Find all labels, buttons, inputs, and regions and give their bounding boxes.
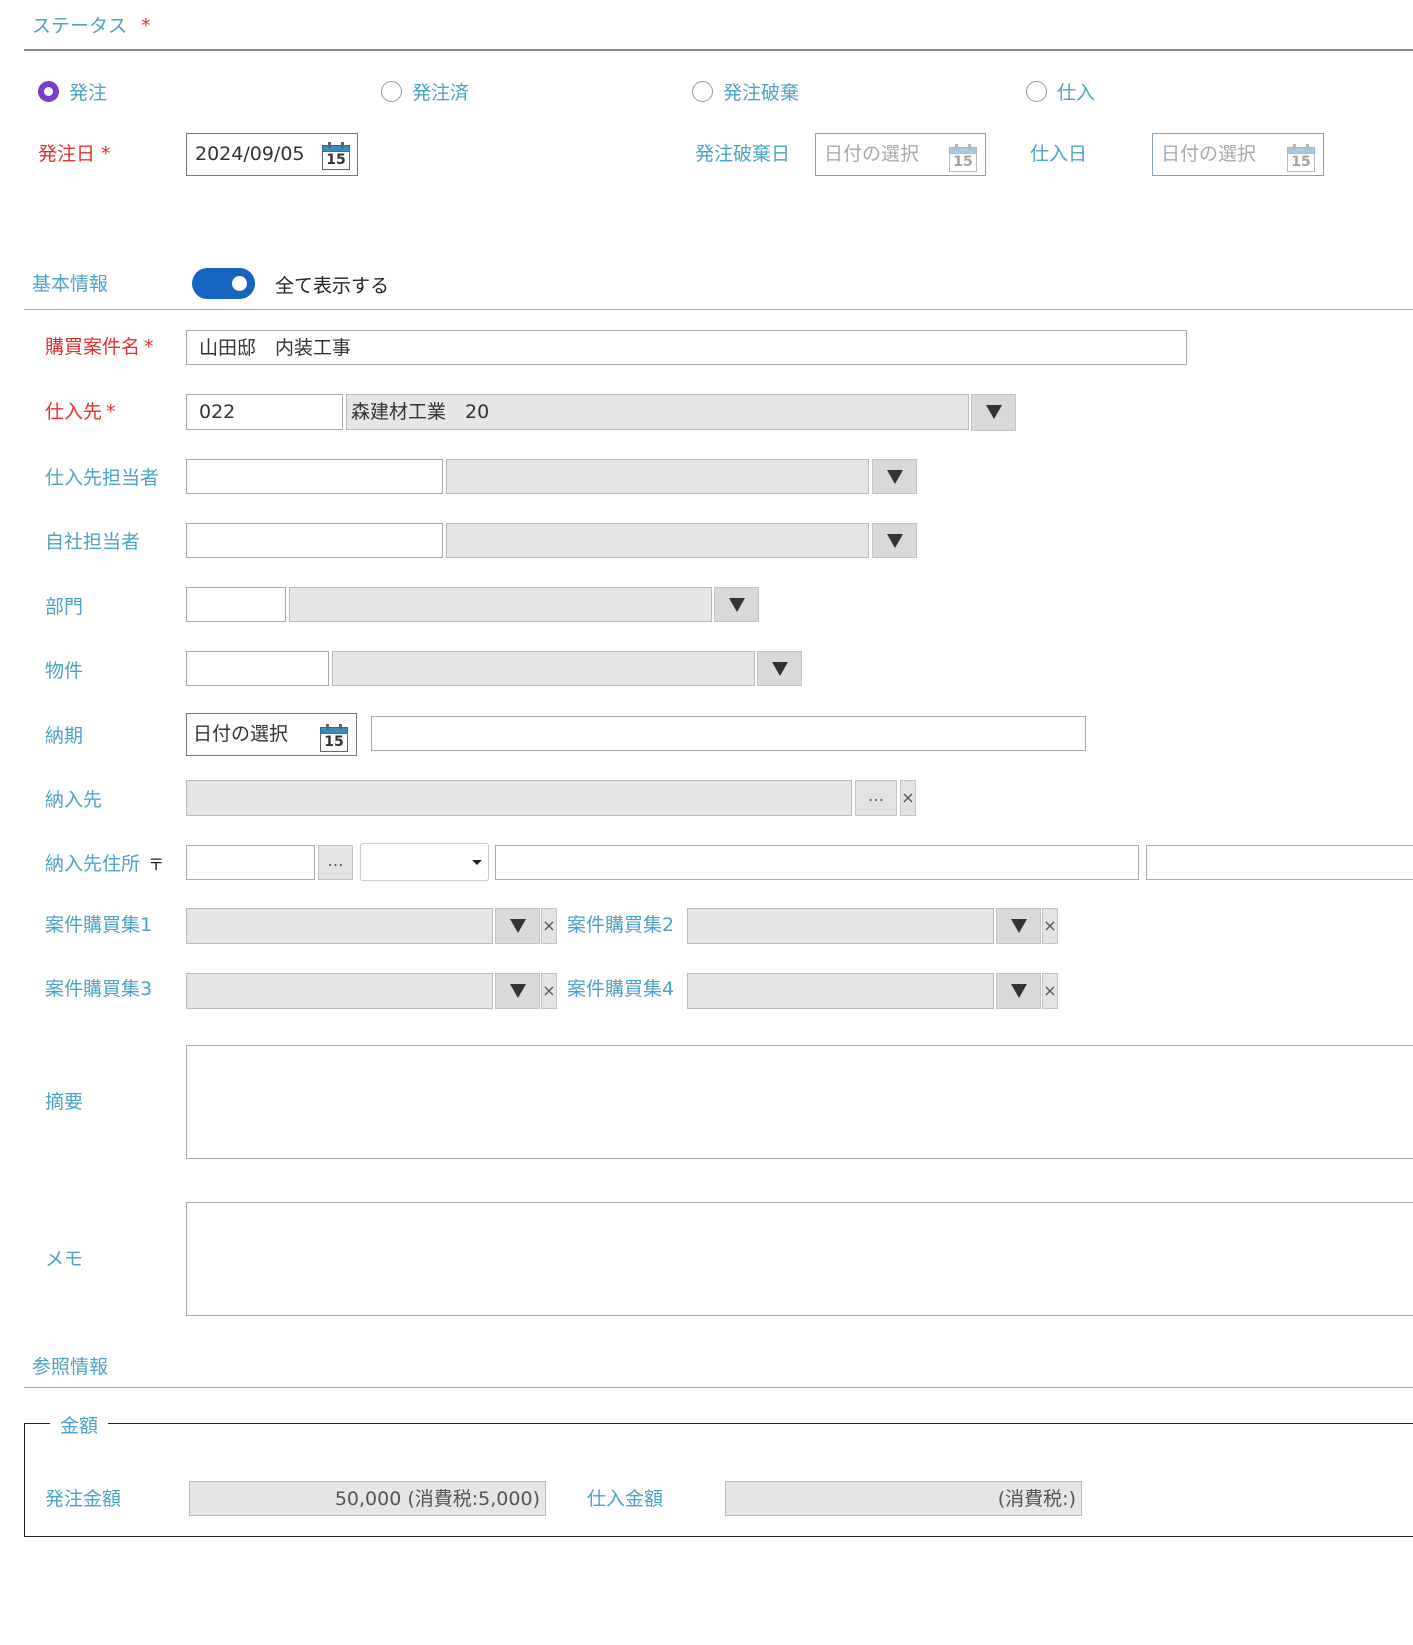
radio-circle[interactable] bbox=[1026, 81, 1047, 102]
purchase-group1-clear-button[interactable]: × bbox=[541, 908, 557, 944]
purchase-date-label: 仕入日 bbox=[1030, 143, 1088, 165]
supplier-label: 仕入先 * bbox=[45, 401, 116, 423]
purchase-group3-label: 案件購買集3 bbox=[45, 978, 153, 1000]
basic-divider bbox=[24, 309, 1413, 310]
property-code-input[interactable] bbox=[186, 651, 329, 686]
purchase-group3-dropdown-button[interactable] bbox=[495, 973, 540, 1009]
project-name-input[interactable]: 山田邸 内装工事 bbox=[186, 330, 1187, 365]
delivery-date-label: 納期 bbox=[45, 725, 84, 747]
supplier-name-field: 森建材工業 20 bbox=[346, 394, 969, 430]
calendar-icon[interactable]: 15 bbox=[1287, 144, 1315, 172]
radio-circle[interactable] bbox=[381, 81, 402, 102]
department-code-input[interactable] bbox=[186, 587, 286, 622]
order-amount-field: 50,000 (消費税:5,000) bbox=[189, 1481, 546, 1516]
property-name-field bbox=[332, 651, 755, 686]
supplier-contact-label: 仕入先担当者 bbox=[45, 467, 160, 489]
radio-purchase[interactable]: 仕入 bbox=[1026, 78, 1095, 105]
supplier-contact-dropdown-button[interactable] bbox=[872, 459, 917, 494]
own-contact-dropdown-button[interactable] bbox=[872, 523, 917, 558]
address-line1-input[interactable] bbox=[495, 845, 1139, 880]
department-label: 部門 bbox=[45, 596, 84, 618]
department-name-field bbox=[289, 587, 712, 622]
supplier-contact-code-input[interactable] bbox=[186, 459, 443, 494]
amount-fieldset bbox=[24, 1423, 1413, 1537]
postal-mark: 〒 bbox=[148, 855, 165, 874]
own-contact-code-input[interactable] bbox=[186, 523, 443, 558]
property-dropdown-button[interactable] bbox=[757, 651, 802, 686]
purchase-group3-field bbox=[186, 973, 493, 1009]
basic-section-title: 基本情報 bbox=[32, 273, 109, 295]
purchase-group2-field bbox=[687, 908, 994, 944]
calendar-icon[interactable]: 15 bbox=[949, 144, 977, 172]
calendar-icon[interactable]: 15 bbox=[320, 724, 348, 752]
purchase-group2-dropdown-button[interactable] bbox=[996, 908, 1041, 944]
required-mark: * bbox=[141, 15, 151, 37]
summary-textarea[interactable] bbox=[186, 1045, 1413, 1159]
delivery-address-label: 納入先住所 〒 bbox=[45, 853, 165, 875]
order-date-label: 発注日 * bbox=[38, 143, 111, 165]
calendar-icon[interactable]: 15 bbox=[322, 142, 350, 170]
purchase-group4-dropdown-button[interactable] bbox=[996, 973, 1041, 1009]
radio-ordered[interactable]: 発注済 bbox=[381, 78, 469, 105]
delivery-to-browse-button[interactable]: … bbox=[855, 780, 897, 816]
purchase-group4-clear-button[interactable]: × bbox=[1042, 973, 1058, 1009]
supplier-contact-name-field bbox=[446, 459, 869, 494]
reference-divider bbox=[24, 1387, 1413, 1388]
delivery-note-input[interactable] bbox=[371, 716, 1086, 751]
supplier-code-input[interactable]: 022 bbox=[186, 394, 343, 430]
radio-circle[interactable] bbox=[692, 81, 713, 102]
purchase-group1-dropdown-button[interactable] bbox=[495, 908, 540, 944]
postal-code-input[interactable] bbox=[186, 845, 315, 880]
purchase-amount-field: (消費税:) bbox=[725, 1481, 1082, 1516]
own-contact-label: 自社担当者 bbox=[45, 531, 141, 553]
show-all-toggle[interactable] bbox=[192, 268, 255, 299]
property-label: 物件 bbox=[45, 660, 84, 682]
order-amount-label: 発注金額 bbox=[45, 1488, 122, 1510]
amount-legend: 金額 bbox=[50, 1414, 109, 1438]
radio-circle[interactable] bbox=[38, 81, 59, 102]
own-contact-name-field bbox=[446, 523, 869, 558]
purchase-group4-label: 案件購買集4 bbox=[567, 978, 675, 1000]
purchase-group4-field bbox=[687, 973, 994, 1009]
delivery-to-label: 納入先 bbox=[45, 789, 103, 811]
show-all-label: 全て表示する bbox=[275, 275, 390, 297]
supplier-dropdown-button[interactable] bbox=[971, 394, 1016, 431]
address-line2-input[interactable] bbox=[1146, 845, 1413, 880]
status-section-title: ステータス * bbox=[32, 15, 151, 37]
delivery-to-clear-button[interactable]: × bbox=[900, 780, 916, 816]
purchase-amount-label: 仕入金額 bbox=[587, 1488, 664, 1510]
cancel-date-label: 発注破棄日 bbox=[695, 143, 791, 165]
purchase-group3-clear-button[interactable]: × bbox=[541, 973, 557, 1009]
project-name-label: 購買案件名 * bbox=[45, 336, 154, 358]
purchase-group2-label: 案件購買集2 bbox=[567, 914, 675, 936]
memo-label: メモ bbox=[45, 1248, 84, 1270]
department-dropdown-button[interactable] bbox=[714, 587, 759, 622]
purchase-group1-label: 案件購買集1 bbox=[45, 914, 153, 936]
purchase-group1-field bbox=[186, 908, 493, 944]
radio-order[interactable]: 発注 bbox=[38, 78, 107, 105]
purchase-group2-clear-button[interactable]: × bbox=[1042, 908, 1058, 944]
delivery-to-field bbox=[186, 780, 852, 816]
radio-order-cancel[interactable]: 発注破棄 bbox=[692, 78, 799, 105]
prefecture-select[interactable] bbox=[360, 843, 489, 881]
memo-textarea[interactable] bbox=[186, 1202, 1413, 1316]
postal-search-button[interactable]: … bbox=[318, 845, 353, 880]
status-divider bbox=[24, 49, 1413, 51]
reference-section-title: 参照情報 bbox=[32, 1356, 109, 1378]
summary-label: 摘要 bbox=[45, 1091, 84, 1113]
